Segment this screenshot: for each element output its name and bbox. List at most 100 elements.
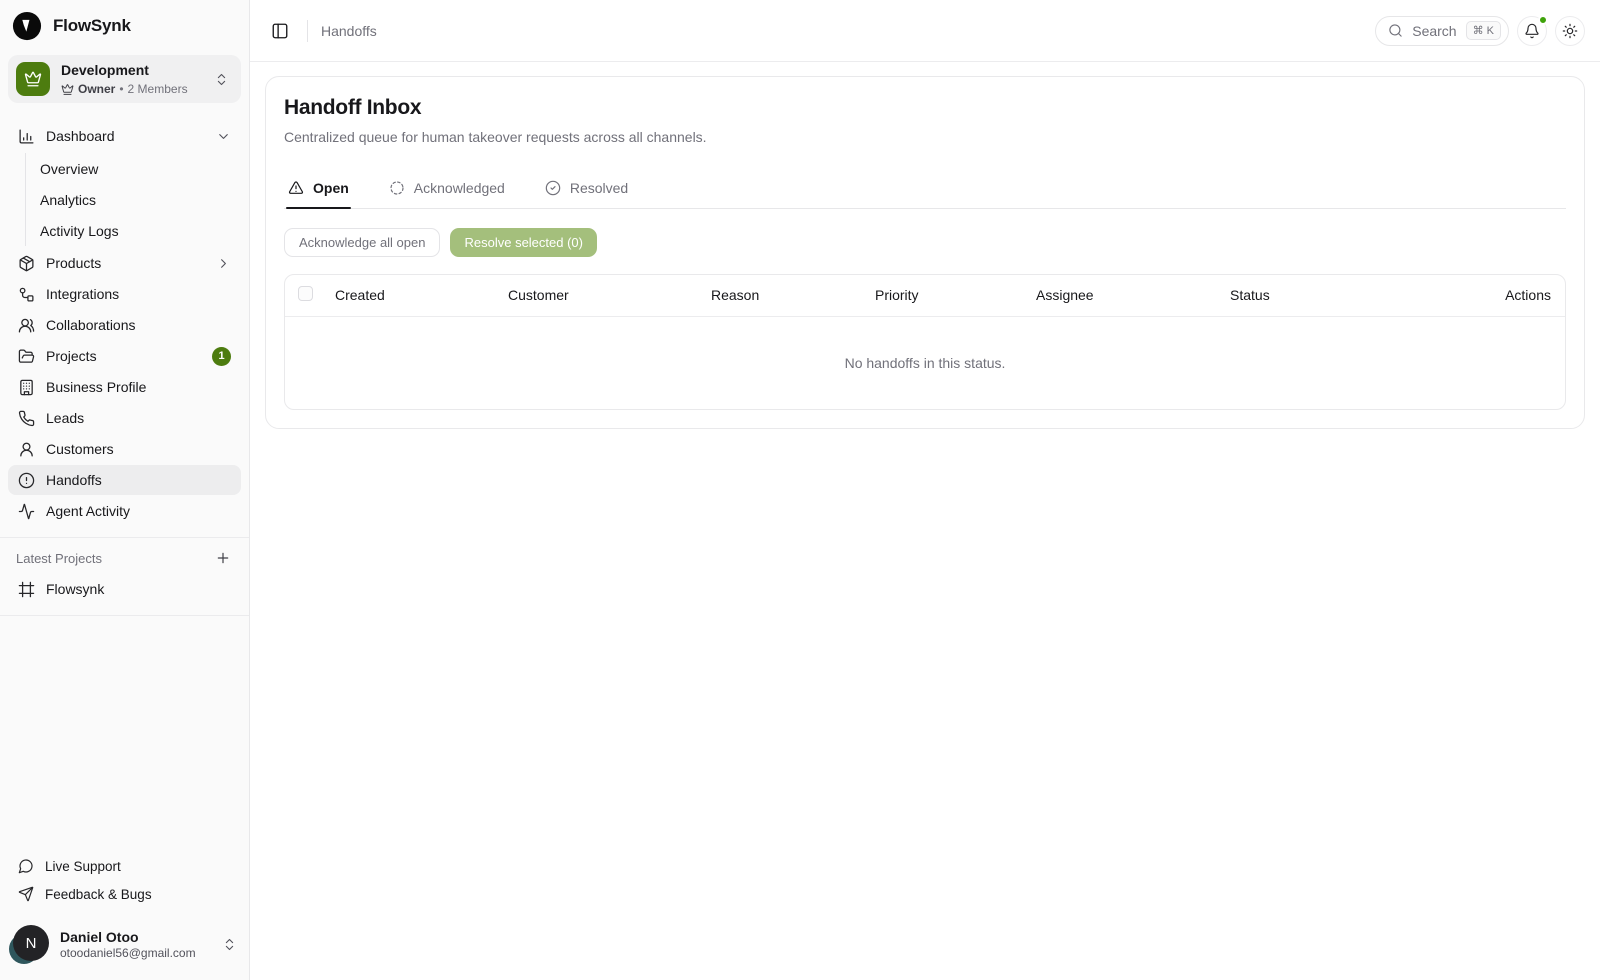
sidebar-divider — [0, 615, 249, 616]
sidebar-item-label: Projects — [46, 348, 97, 364]
sidebar-item-agent-activity[interactable]: Agent Activity — [8, 496, 241, 526]
sidebar-item-leads[interactable]: Leads — [8, 403, 241, 433]
tab-resolved[interactable]: Resolved — [543, 178, 630, 208]
tab-label: Open — [313, 180, 349, 196]
table-empty-row: No handoffs in this status. — [285, 316, 1565, 409]
search-button[interactable]: Search ⌘ K — [1375, 15, 1509, 46]
user-info: Daniel Otoo otoodaniel56@gmail.com — [60, 929, 212, 960]
phone-icon — [18, 410, 35, 427]
workspace-switcher[interactable]: Development Owner • 2 Members — [8, 55, 241, 103]
chevron-right-icon — [216, 256, 231, 271]
project-item-flowsynk[interactable]: Flowsynk — [8, 574, 241, 604]
sidebar-subitem-overview[interactable]: Overview — [30, 153, 241, 184]
chevrons-up-down-icon — [214, 72, 229, 87]
column-header-actions: Actions — [1403, 275, 1565, 317]
latest-projects-header: Latest Projects — [0, 548, 249, 568]
sidebar-item-integrations[interactable]: Integrations — [8, 279, 241, 309]
notifications-button[interactable] — [1517, 14, 1548, 46]
flowsynk-logo-icon — [12, 11, 42, 41]
sidebar-footer-links: Live Support Feedback & Bugs — [0, 852, 249, 916]
column-header-reason: Reason — [701, 275, 865, 317]
workflow-icon — [18, 286, 35, 303]
user-menu[interactable]: N Daniel Otoo otoodaniel56@gmail.com — [0, 916, 249, 980]
sun-icon — [1562, 23, 1578, 39]
brand: FlowSynk — [0, 0, 249, 49]
search-icon — [1388, 23, 1403, 38]
chevron-down-icon — [216, 129, 231, 144]
sidebar-item-label: Products — [46, 255, 102, 271]
sidebar-subnav-dashboard: Overview Analytics Activity Logs — [25, 153, 241, 246]
page-subtitle: Centralized queue for human takeover req… — [284, 129, 707, 145]
table-header-row: Created Customer Reason Priority Assignee Sta… — [285, 275, 1565, 317]
sidebar-item-label: Dashboard — [46, 128, 115, 144]
breadcrumb: Handoffs — [321, 22, 377, 39]
dashed-circle-icon — [389, 180, 405, 196]
select-all-checkbox[interactable] — [298, 286, 313, 302]
sidebar-item-label: Collaborations — [46, 317, 136, 333]
topbar-right: Search ⌘ K — [1375, 14, 1585, 46]
search-kbd: ⌘ K — [1465, 21, 1501, 40]
sidebar-item-dashboard[interactable]: Dashboard — [8, 121, 241, 151]
crown-icon — [61, 83, 74, 96]
brand-name: FlowSynk — [53, 16, 131, 35]
panel-left-icon — [271, 22, 289, 40]
project-item-label: Flowsynk — [46, 581, 105, 597]
sidebar-item-label: Business Profile — [46, 379, 147, 395]
sidebar-item-handoffs[interactable]: Handoffs — [8, 465, 241, 495]
sidebar-subitem-analytics[interactable]: Analytics — [30, 184, 241, 215]
page-title: Handoff Inbox — [284, 96, 422, 119]
latest-projects-list: Flowsynk — [0, 574, 249, 605]
column-header-assignee: Assignee — [1026, 275, 1220, 317]
handoffs-table: Created Customer Reason Priority Assignee Sta… — [284, 274, 1566, 410]
user-name: Daniel Otoo — [60, 928, 139, 945]
workspace-members: 2 Members — [127, 82, 188, 96]
workspace-role: Owner — [78, 82, 116, 96]
tab-open[interactable]: Open — [286, 178, 351, 209]
sidebar-link-feedback-bugs[interactable]: Feedback & Bugs — [8, 880, 241, 908]
sidebar-link-live-support[interactable]: Live Support — [8, 852, 241, 880]
column-header-status: Status — [1220, 275, 1403, 317]
bar-chart-icon — [18, 128, 35, 145]
alert-circle-icon — [18, 472, 35, 489]
tab-acknowledged[interactable]: Acknowledged — [387, 178, 507, 208]
workspace-meta: Owner • 2 Members — [61, 82, 203, 96]
activity-icon — [18, 503, 35, 520]
handoff-inbox-card: Handoff Inbox Centralized queue for huma… — [265, 76, 1585, 429]
alert-triangle-icon — [288, 180, 304, 196]
message-circle-icon — [18, 858, 34, 874]
main-area: Handoffs Search ⌘ K Handoff Inbox Centra… — [250, 0, 1600, 980]
sidebar-item-projects[interactable]: Projects 1 — [8, 341, 241, 371]
projects-count-badge: 1 — [212, 346, 231, 366]
sidebar-subitem-activity-logs[interactable]: Activity Logs — [30, 215, 241, 246]
add-project-button[interactable] — [215, 550, 231, 566]
tab-label: Resolved — [569, 180, 629, 196]
check-circle-icon — [545, 180, 561, 196]
theme-toggle-button[interactable] — [1555, 15, 1585, 46]
select-all-header-cell — [285, 275, 325, 317]
sidebar-item-products[interactable]: Products — [8, 248, 241, 278]
column-header-customer: Customer — [498, 275, 701, 317]
sidebar: FlowSynk Development Owner • 2 Members D… — [0, 0, 250, 980]
sidebar-item-label: Customers — [46, 441, 114, 457]
empty-state-message: No handoffs in this status. — [844, 354, 1006, 371]
avatar-initial: N — [13, 925, 49, 961]
workspace-separator: • — [119, 82, 124, 96]
sidebar-item-label: Leads — [46, 410, 85, 426]
sidebar-item-label: Integrations — [46, 286, 120, 302]
workspace-avatar — [16, 62, 50, 96]
notification-dot — [1538, 14, 1548, 25]
sidebar-link-label: Feedback & Bugs — [45, 886, 152, 902]
acknowledge-all-button[interactable]: Acknowledge all open — [284, 228, 441, 257]
search-label: Search — [1412, 22, 1457, 39]
column-header-created: Created — [325, 275, 498, 317]
sidebar-item-customers[interactable]: Customers — [8, 434, 241, 464]
resolve-selected-button[interactable]: Resolve selected (0) — [450, 228, 597, 257]
sidebar-item-business-profile[interactable]: Business Profile — [8, 372, 241, 402]
sidebar-item-collaborations[interactable]: Collaborations — [8, 310, 241, 340]
workspace-name: Development — [61, 62, 149, 78]
sidebar-toggle-button[interactable] — [266, 17, 294, 45]
sidebar-link-label: Live Support — [45, 858, 121, 874]
sidebar-nav: Dashboard Overview Analytics Activity Logs P… — [0, 121, 249, 527]
building-icon — [18, 379, 35, 396]
